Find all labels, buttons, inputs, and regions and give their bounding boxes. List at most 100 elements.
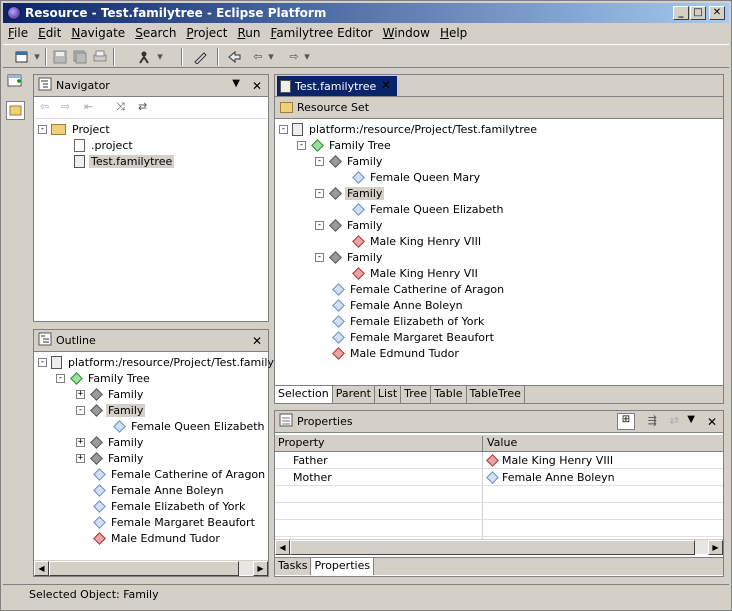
back-dropdown-icon[interactable]: ▾	[267, 48, 275, 65]
tab-tree[interactable]: Tree	[401, 386, 432, 403]
close-navigator-icon[interactable]: ✕	[252, 79, 262, 93]
close-editor-icon[interactable]: ✕	[381, 78, 391, 92]
outline-item-family-selected[interactable]: - Family	[76, 402, 146, 418]
forward-dropdown-icon[interactable]: ▾	[303, 48, 311, 65]
tab-tabletree[interactable]: TableTree	[467, 386, 525, 403]
editor-item-family[interactable]: - Family	[315, 249, 384, 265]
nav-back-icon[interactable]: ⇦	[40, 100, 49, 113]
expand-toggle-icon[interactable]: +	[76, 389, 85, 399]
open-perspective-icon[interactable]	[7, 73, 23, 89]
properties-hscrollbar[interactable]: ◀ ▶	[275, 539, 723, 555]
minimize-button[interactable]: _	[673, 6, 689, 20]
collapse-toggle-icon[interactable]: -	[315, 188, 324, 198]
editor-item-resource[interactable]: - platform:/resource/Project/Test.familyt…	[279, 121, 539, 137]
maximize-button[interactable]: □	[690, 6, 706, 20]
menu-search[interactable]: Search	[130, 26, 181, 40]
menu-run[interactable]: Run	[232, 26, 265, 40]
pen-edit-icon[interactable]	[191, 48, 209, 65]
expand-toggle-icon[interactable]: +	[76, 437, 85, 447]
link-editor-icon[interactable]: ⇄	[138, 100, 147, 113]
run-dropdown-icon[interactable]: ▾	[156, 48, 164, 65]
outline-item-female[interactable]: Female Anne Boleyn	[92, 482, 226, 498]
tab-properties[interactable]: Properties	[311, 558, 375, 575]
editor-tab-active[interactable]: Test.familytree	[277, 76, 397, 96]
collapse-toggle-icon[interactable]: -	[76, 405, 85, 415]
close-window-button[interactable]: ✕	[709, 6, 725, 20]
tree-item-project[interactable]: - Project	[38, 121, 112, 137]
back-arrow-icon[interactable]: ⇦	[249, 48, 267, 65]
editor-item-male[interactable]: Male Edmund Tudor	[331, 345, 461, 361]
tab-tasks[interactable]: Tasks	[275, 558, 312, 575]
scroll-right-icon[interactable]: ▶	[253, 561, 268, 576]
editor-item-male[interactable]: Male King Henry VIII	[351, 233, 483, 249]
editor-item-familytree[interactable]: - Family Tree	[297, 137, 393, 153]
editor-item-female[interactable]: Female Elizabeth of York	[331, 313, 486, 329]
editor-item-female[interactable]: Female Margaret Beaufort	[331, 329, 496, 345]
collapse-toggle-icon[interactable]: -	[315, 220, 324, 230]
editor-item-female[interactable]: Female Queen Mary	[351, 169, 482, 185]
outline-item-female[interactable]: Female Margaret Beaufort	[92, 514, 257, 530]
scroll-left-icon[interactable]: ◀	[34, 561, 49, 576]
tree-item-familytree-file[interactable]: Test.familytree	[74, 153, 175, 169]
collapse-toggle-icon[interactable]: -	[315, 252, 324, 262]
menu-project[interactable]: Project	[181, 26, 232, 40]
outline-item-female[interactable]: Female Catherine of Aragon	[92, 466, 267, 482]
outline-item-female[interactable]: Female Queen Elizabeth	[112, 418, 267, 434]
outline-item-family[interactable]: + Family	[76, 434, 145, 450]
scroll-thumb[interactable]	[290, 540, 695, 555]
column-value[interactable]: Value	[487, 436, 517, 449]
view-menu-icon[interactable]: ▼	[687, 414, 695, 425]
outline-item-resource[interactable]: - platform:/resource/Project/Test.familyt…	[38, 354, 285, 370]
tab-selection[interactable]: Selection	[275, 386, 333, 403]
property-row[interactable]: Mother Female Anne Boleyn	[275, 469, 723, 486]
property-row[interactable]: Father Male King Henry VIII	[275, 452, 723, 469]
editor-item-family-selected[interactable]: - Family	[315, 185, 385, 201]
close-properties-icon[interactable]: ✕	[707, 415, 717, 429]
save-all-icon[interactable]	[71, 48, 89, 65]
nav-forward-icon[interactable]: ⇨	[61, 100, 70, 113]
run-icon[interactable]	[135, 48, 153, 65]
menu-edit[interactable]: Edit	[33, 26, 66, 40]
menu-window[interactable]: Window	[378, 26, 435, 40]
editor-item-male[interactable]: Male King Henry VII	[351, 265, 480, 281]
nav-up-icon[interactable]: ⇤	[84, 100, 93, 113]
property-value[interactable]: Male King Henry VIII	[485, 454, 613, 467]
menu-help[interactable]: Help	[435, 26, 472, 40]
editor-item-female[interactable]: Female Queen Elizabeth	[351, 201, 506, 217]
tab-table[interactable]: Table	[431, 386, 467, 403]
collapse-toggle-icon[interactable]: -	[56, 373, 65, 383]
expand-toggle-icon[interactable]: +	[76, 453, 85, 463]
column-property[interactable]: Property	[278, 436, 483, 451]
view-menu-icon[interactable]: ▼	[232, 78, 240, 89]
outline-item-familytree[interactable]: - Family Tree	[56, 370, 152, 386]
outline-item-family[interactable]: + Family	[76, 450, 145, 466]
scroll-right-icon[interactable]: ▶	[708, 540, 723, 555]
close-outline-icon[interactable]: ✕	[252, 334, 262, 348]
editor-item-female[interactable]: Female Catherine of Aragon	[331, 281, 506, 297]
collapse-toggle-icon[interactable]: -	[279, 124, 288, 134]
property-value[interactable]: Female Anne Boleyn	[485, 471, 615, 484]
collapse-toggle-icon[interactable]: -	[315, 156, 324, 166]
outline-item-female[interactable]: Female Elizabeth of York	[92, 498, 247, 514]
collapse-toggle-icon[interactable]: -	[38, 357, 47, 367]
outline-hscrollbar[interactable]: ◀ ▶	[34, 560, 268, 576]
collapse-all-icon[interactable]: ⤨	[116, 100, 125, 114]
tab-list[interactable]: List	[375, 386, 402, 403]
print-icon[interactable]	[91, 48, 109, 65]
save-icon[interactable]	[51, 48, 69, 65]
outline-item-family[interactable]: + Family	[76, 386, 145, 402]
tree-item-dotproject[interactable]: .project	[74, 137, 135, 153]
scroll-thumb[interactable]	[49, 561, 239, 576]
collapse-toggle-icon[interactable]: -	[297, 140, 306, 150]
new-dropdown-icon[interactable]: ▾	[33, 48, 41, 65]
filter-icon[interactable]: ⇶	[648, 414, 657, 427]
editor-item-family[interactable]: - Family	[315, 217, 384, 233]
restore-default-icon[interactable]: ⇄	[670, 414, 679, 427]
tab-parent[interactable]: Parent	[333, 386, 375, 403]
categories-icon[interactable]: ⊞	[617, 413, 635, 430]
forward-arrow-icon[interactable]: ⇨	[285, 48, 303, 65]
menu-navigate[interactable]: Navigate	[66, 26, 130, 40]
new-wizard-icon[interactable]	[13, 48, 31, 65]
editor-item-female[interactable]: Female Anne Boleyn	[331, 297, 465, 313]
last-edit-icon[interactable]	[225, 48, 243, 65]
